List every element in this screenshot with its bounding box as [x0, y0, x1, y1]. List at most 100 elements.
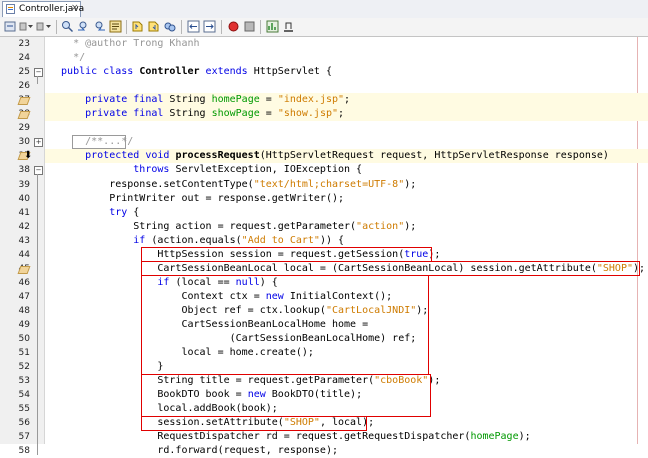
forward-icon[interactable] [36, 20, 44, 33]
code-token: PrintWriter out = response.getWriter(); [49, 192, 345, 204]
red-highlight-box [141, 247, 432, 263]
code-token: response.setContentType( [49, 178, 254, 190]
code-token: ; [344, 94, 351, 106]
code-token: public class [49, 66, 140, 78]
code-line[interactable]: */ [49, 51, 85, 65]
code-line[interactable]: if (action.equals("Add to Cart")) { [49, 234, 344, 248]
line-number: 46 [18, 277, 30, 288]
code-token: = [259, 108, 278, 120]
chevron-down-icon[interactable] [27, 20, 34, 33]
chevron-down-icon[interactable] [45, 20, 52, 33]
stop-macro-icon[interactable] [243, 20, 256, 33]
code-token: String [169, 108, 212, 120]
find-prev-icon[interactable] [77, 20, 90, 33]
code-line[interactable]: public class Controller extends HttpServ… [49, 65, 332, 79]
code-token: RequestDispatcher rd = request.getReques… [49, 431, 471, 443]
line-number: 48 [18, 305, 30, 316]
back-icon[interactable] [4, 20, 17, 33]
editor-tab-bar: Controller.java × [0, 0, 648, 19]
code-line[interactable]: throws ServletException, IOException { [49, 163, 362, 177]
fold-collapse-icon[interactable]: − [34, 166, 43, 176]
line-number: 29 [18, 123, 30, 134]
code-line[interactable]: rd.forward(request, response); [49, 444, 338, 458]
code-line[interactable]: protected void processRequest(HttpServle… [49, 149, 609, 163]
code-line[interactable]: private final String showPage = "show.js… [49, 107, 344, 121]
line-number: 41 [18, 207, 30, 218]
code-token: HttpServlet { [253, 66, 332, 78]
red-highlight-box [141, 415, 367, 431]
code-line[interactable]: response.setContentType("text/html;chars… [49, 178, 416, 192]
code-token: "Add to Cart" [241, 234, 320, 246]
line-number: 58 [18, 446, 30, 457]
toolbar-separator [56, 20, 57, 34]
underline-icon[interactable] [282, 20, 295, 33]
red-highlight-box [141, 373, 431, 417]
code-token: "show.jsp" [277, 108, 339, 120]
code-line[interactable]: * @author Trong Khanh [49, 37, 200, 51]
line-number: 39 [18, 179, 30, 190]
code-token: if [49, 234, 152, 246]
toggle-bookmark-icon[interactable] [163, 20, 176, 33]
code-token: = [259, 94, 278, 106]
code-token: private final [49, 94, 170, 106]
line-number: 47 [18, 291, 30, 302]
code-token: )) { [319, 234, 345, 246]
code-token: { [133, 206, 140, 218]
line-number: 40 [18, 193, 30, 204]
editor-toolbar [0, 18, 648, 37]
code-token: showPage [211, 108, 260, 120]
code-line[interactable]: try { [49, 206, 139, 220]
line-number: 25 [18, 67, 30, 78]
history-icon[interactable] [19, 20, 27, 33]
line-number: 50 [18, 334, 30, 345]
find-selection-icon[interactable] [61, 20, 74, 33]
code-token: protected void [49, 150, 176, 162]
code-token: (action.equals( [151, 234, 242, 246]
code-line[interactable]: private final String homePage = "index.j… [49, 93, 350, 107]
line-number: 54 [18, 390, 30, 401]
code-token: homePage [470, 431, 519, 443]
code-editor[interactable]: 2324252627282930373839404142434445464748… [0, 37, 648, 456]
code-token: throws [49, 164, 176, 176]
code-token: processRequest [175, 150, 260, 162]
toggle-highlight-icon[interactable] [109, 20, 122, 33]
code-token: Controller [139, 66, 200, 78]
code-token: "text/html;charset=UTF-8" [253, 178, 405, 190]
line-number: 43 [18, 235, 30, 246]
chart-icon[interactable] [266, 20, 279, 33]
code-token: ); [518, 431, 531, 443]
line-number: 49 [18, 320, 30, 330]
java-file-icon [6, 4, 15, 14]
code-token: (HttpServletRequest request, HttpServlet… [259, 150, 609, 162]
code-token: ; [338, 108, 345, 120]
close-tab-icon[interactable]: × [71, 3, 79, 13]
prev-bookmark-icon[interactable] [131, 20, 144, 33]
code-token: try [49, 206, 134, 218]
line-number: 38 [18, 165, 30, 176]
code-token: * @author Trong Khanh [49, 38, 200, 49]
shift-left-icon[interactable] [187, 20, 200, 33]
tab-controller-java[interactable]: Controller.java × [2, 1, 84, 17]
code-line[interactable]: RequestDispatcher rd = request.getReques… [49, 430, 531, 444]
code-token: ServletException, IOException { [175, 164, 363, 176]
line-number: 42 [18, 221, 30, 232]
toolbar-separator [260, 20, 261, 34]
fold-collapse-icon[interactable]: − [34, 68, 43, 78]
code-token: */ [49, 52, 86, 64]
shift-right-icon[interactable] [203, 20, 216, 33]
code-token: private final [49, 108, 170, 120]
code-token: extends [199, 66, 254, 78]
collapsed-javadoc-box[interactable] [72, 135, 126, 150]
code-line[interactable]: PrintWriter out = response.getWriter(); [49, 192, 344, 206]
start-macro-icon[interactable] [227, 20, 240, 33]
code-line[interactable]: String action = request.getParameter("ac… [49, 220, 416, 234]
implements-arrow-icon: ⬇ [24, 150, 33, 162]
next-bookmark-icon[interactable] [147, 20, 160, 33]
code-token: String [169, 94, 212, 106]
line-number: 23 [18, 39, 30, 49]
code-token: homePage [211, 94, 260, 106]
find-next-icon[interactable] [93, 20, 106, 33]
line-number: 44 [18, 249, 30, 260]
code-token: String action = request.getParameter( [49, 220, 357, 232]
fold-expand-icon[interactable]: + [34, 138, 43, 148]
